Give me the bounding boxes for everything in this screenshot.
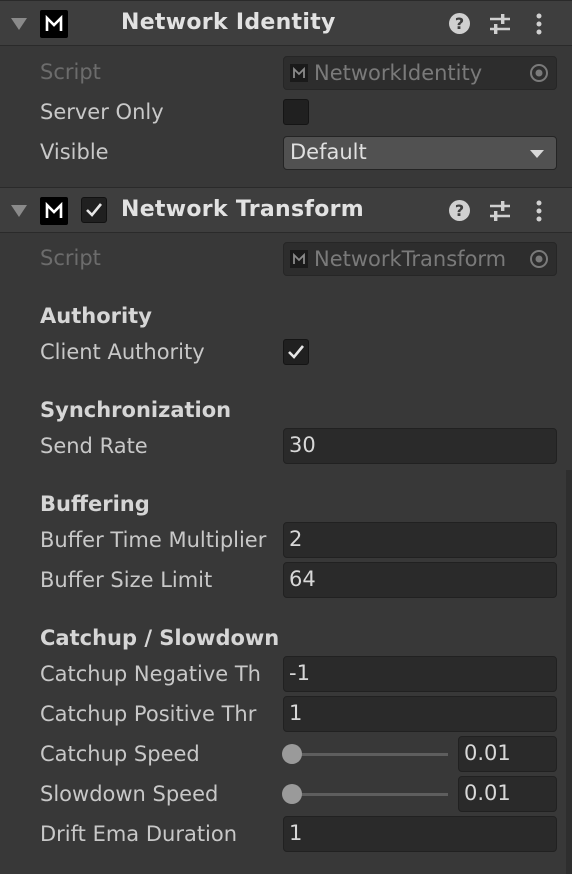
- buffer-time-multiplier-label: Buffer Time Multiplier: [40, 528, 267, 552]
- send-rate-label: Send Rate: [40, 434, 148, 458]
- network-identity-title: Network Identity: [121, 10, 336, 35]
- mirror-script-icon: [290, 64, 308, 82]
- foldout-arrow-icon[interactable]: [11, 18, 27, 30]
- buffering-header: Buffering: [40, 492, 150, 516]
- network-transform-title: Network Transform: [121, 197, 365, 222]
- slowdown-speed-slider-track[interactable]: [290, 793, 448, 796]
- drift-ema-duration-value: 1: [289, 821, 303, 845]
- drift-ema-duration-label: Drift Ema Duration: [40, 822, 238, 846]
- catchup-speed-slider-track[interactable]: [290, 753, 448, 756]
- buffer-size-limit-label: Buffer Size Limit: [40, 568, 213, 592]
- catchup-speed-value: 0.01: [464, 741, 511, 765]
- mirror-script-icon: [40, 197, 68, 225]
- network-identity-header[interactable]: Network Identity ?: [0, 0, 572, 46]
- script-label: Script: [40, 246, 101, 270]
- script-label: Script: [40, 60, 101, 84]
- checkmark-icon: [288, 345, 305, 359]
- synchronization-header: Synchronization: [40, 398, 232, 422]
- presets-icon[interactable]: [488, 199, 512, 223]
- authority-header: Authority: [40, 304, 152, 328]
- catchup-positive-threshold-label: Catchup Positive Thr: [40, 702, 257, 726]
- object-picker-icon[interactable]: [529, 249, 549, 269]
- script-value: NetworkIdentity: [314, 61, 483, 85]
- presets-icon[interactable]: [488, 12, 512, 36]
- catchup-speed-field[interactable]: 0.01: [458, 736, 557, 772]
- slowdown-speed-value: 0.01: [464, 781, 511, 805]
- scrollbar-track[interactable]: [566, 470, 572, 874]
- send-rate-field[interactable]: 30: [283, 428, 557, 464]
- help-icon[interactable]: ?: [449, 200, 470, 221]
- catchup-positive-threshold-value: 1: [289, 701, 303, 725]
- script-value: NetworkTransform: [314, 247, 507, 271]
- server-only-label: Server Only: [40, 100, 164, 124]
- visible-dropdown-value: Default: [290, 140, 367, 164]
- catchup-negative-threshold-label: Catchup Negative Th: [40, 662, 261, 686]
- client-authority-checkbox[interactable]: [283, 339, 309, 365]
- slowdown-speed-slider-thumb[interactable]: [282, 784, 302, 804]
- component-enabled-checkbox[interactable]: [81, 197, 107, 223]
- send-rate-value: 30: [289, 433, 316, 457]
- buffer-size-limit-value: 64: [289, 567, 316, 591]
- slowdown-speed-label: Slowdown Speed: [40, 782, 219, 806]
- catchup-speed-label: Catchup Speed: [40, 742, 200, 766]
- kebab-menu-icon[interactable]: [531, 12, 547, 36]
- catchup-negative-threshold-field[interactable]: -1: [283, 656, 557, 692]
- script-object-field[interactable]: NetworkIdentity: [283, 56, 557, 90]
- buffer-time-multiplier-field[interactable]: 2: [283, 522, 557, 558]
- catchup-slowdown-header: Catchup / Slowdown: [40, 626, 280, 650]
- kebab-menu-icon[interactable]: [531, 199, 547, 223]
- script-object-field[interactable]: NetworkTransform: [283, 242, 557, 276]
- network-transform-header[interactable]: Network Transform ?: [0, 187, 572, 233]
- foldout-arrow-icon[interactable]: [11, 205, 27, 217]
- mirror-script-icon: [40, 10, 68, 38]
- mirror-script-icon: [290, 250, 308, 268]
- catchup-negative-threshold-value: -1: [289, 661, 310, 685]
- buffer-time-multiplier-value: 2: [289, 527, 303, 551]
- dropdown-arrow-icon: [530, 150, 544, 158]
- buffer-size-limit-field[interactable]: 64: [283, 562, 557, 598]
- client-authority-label: Client Authority: [40, 340, 205, 364]
- slowdown-speed-field[interactable]: 0.01: [458, 776, 557, 812]
- drift-ema-duration-field[interactable]: 1: [283, 816, 557, 852]
- visible-dropdown[interactable]: Default: [283, 136, 557, 170]
- help-icon[interactable]: ?: [449, 13, 470, 34]
- catchup-positive-threshold-field[interactable]: 1: [283, 696, 557, 732]
- object-picker-icon[interactable]: [529, 63, 549, 83]
- server-only-checkbox[interactable]: [283, 99, 309, 125]
- checkmark-icon: [86, 203, 103, 217]
- visible-label: Visible: [40, 140, 109, 164]
- catchup-speed-slider-thumb[interactable]: [282, 744, 302, 764]
